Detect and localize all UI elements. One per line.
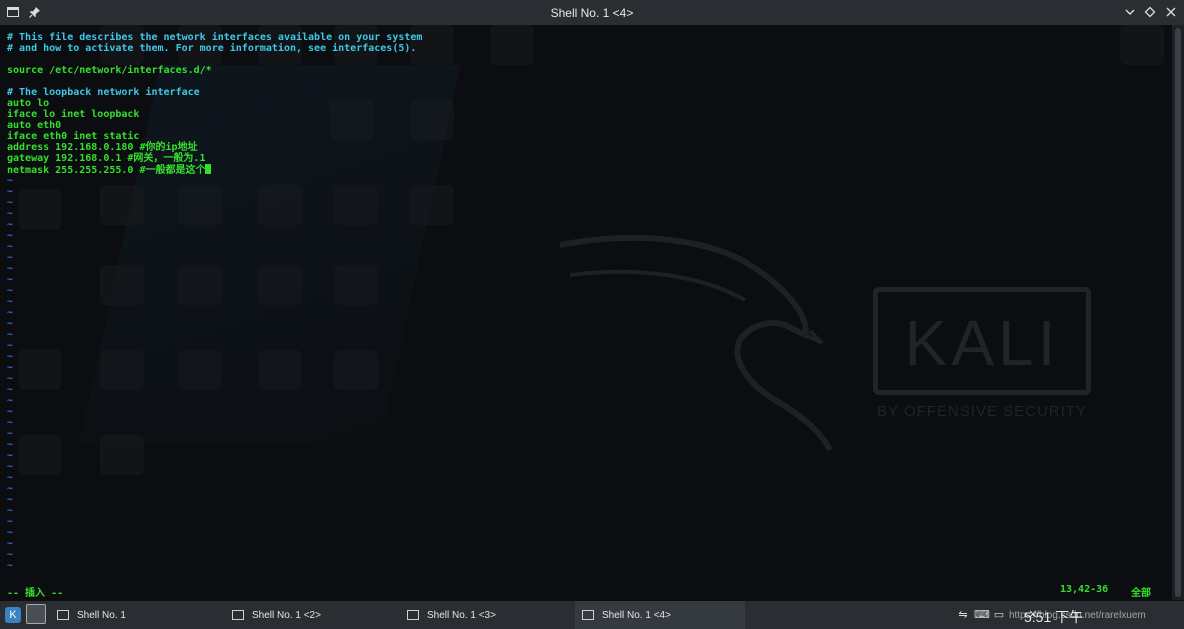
editor-line[interactable]	[7, 76, 422, 87]
empty-line-marker: ~	[7, 384, 14, 395]
terminal-icon	[232, 610, 244, 620]
terminal-icon	[407, 610, 419, 620]
vim-status-line: -- 插入 -- 13,42-36 全部	[0, 582, 1172, 599]
editor-line[interactable]: iface eth0 inet static	[7, 131, 422, 142]
editor-line[interactable]: gateway 192.168.0.1 #网关，一般为.1	[7, 153, 422, 164]
editor-line[interactable]: # This file describes the network interf…	[7, 32, 422, 43]
terminal-scrollbar[interactable]	[1172, 25, 1184, 600]
taskbar-task-label: Shell No. 1	[77, 609, 126, 621]
taskbar-task-label: Shell No. 1 <3>	[427, 609, 496, 621]
taskbar-task-shell[interactable]: Shell No. 1	[50, 601, 220, 629]
empty-line-marker: ~	[7, 527, 14, 538]
text-cursor	[205, 164, 212, 174]
application-menu-icon[interactable]: K	[5, 607, 21, 623]
editor-line-text: gateway 192.168.0.1 #网关，一般为.1	[7, 153, 206, 164]
empty-line-marker: ~	[7, 428, 14, 439]
empty-line-marker: ~	[7, 175, 14, 186]
taskbar-task-label: Shell No. 1 <4>	[602, 609, 671, 621]
scrollbar-thumb[interactable]	[1175, 28, 1181, 597]
editor-line-text: auto eth0	[7, 120, 62, 131]
empty-line-marker: ~	[7, 549, 14, 560]
empty-line-marker: ~	[7, 186, 14, 197]
clock[interactable]: 5:51 下午	[1024, 607, 1083, 627]
close-icon[interactable]	[1163, 4, 1179, 20]
empty-line-marker: ~	[7, 351, 14, 362]
taskbar: K Shell No. 1 Shell No. 1 <2> Shell No. 1 …	[0, 601, 1184, 629]
empty-line-marker: ~	[7, 439, 14, 450]
window-titlebar[interactable]: Shell No. 1 <4>	[0, 0, 1184, 25]
editor-line[interactable]: source /etc/network/interfaces.d/*	[7, 65, 422, 76]
editor-mode: -- 插入 --	[7, 588, 64, 599]
network-icon[interactable]: ⇋	[956, 608, 970, 622]
editor-line[interactable]: iface lo inet loopback	[7, 109, 422, 120]
kali-logo-text: KALI	[904, 307, 1060, 379]
empty-line-marker: ~	[7, 362, 14, 373]
window-title: Shell No. 1 <4>	[550, 6, 634, 20]
editor-line[interactable]: # and how to activate them. For more inf…	[7, 43, 422, 54]
empty-line-marker: ~	[7, 340, 14, 351]
empty-line-marker: ~	[7, 395, 14, 406]
editor-line[interactable]: auto lo	[7, 98, 422, 109]
empty-line-marker: ~	[7, 417, 14, 428]
empty-line-marker: ~	[7, 461, 14, 472]
empty-line-marker: ~	[7, 285, 14, 296]
maximize-icon[interactable]	[1142, 4, 1158, 20]
taskbar-task-shell[interactable]: Shell No. 1 <4>	[575, 601, 745, 629]
terminal-icon	[582, 610, 594, 620]
editor-line[interactable]: netmask 255.255.255.0 #一般都是这个	[7, 164, 422, 176]
empty-line-marker: ~	[7, 494, 14, 505]
editor-line-text: netmask 255.255.255.0 #一般都是这个	[7, 165, 206, 176]
scroll-position: 全部	[1131, 588, 1151, 599]
show-desktop-icon[interactable]	[26, 604, 46, 624]
editor-line-text: address 192.168.0.180 #你的ip地址	[7, 142, 198, 153]
empty-line-marker: ~	[7, 307, 14, 318]
terminal-view[interactable]: KALI BY OFFENSIVE SECURITY # This file d…	[0, 25, 1172, 600]
editor-line-text: # and how to activate them. For more inf…	[7, 43, 417, 54]
empty-line-marker: ~	[7, 274, 14, 285]
empty-line-marker: ~	[7, 505, 14, 516]
terminal-icon	[57, 610, 69, 620]
empty-line-marker: ~	[7, 296, 14, 307]
editor-buffer[interactable]: # This file describes the network interf…	[7, 32, 422, 571]
empty-line-marker: ~	[7, 516, 14, 527]
empty-line-marker: ~	[7, 252, 14, 263]
minimize-icon[interactable]	[1122, 4, 1138, 20]
kali-dragon-icon	[560, 234, 833, 452]
empty-line-marker: ~	[7, 241, 14, 252]
keyboard-icon[interactable]: ⌨	[974, 608, 990, 622]
editor-line-text: source /etc/network/interfaces.d/*	[7, 65, 212, 76]
kali-logo: KALI	[873, 287, 1091, 395]
empty-line-marker: ~	[7, 208, 14, 219]
editor-line-text: iface lo inet loopback	[7, 109, 140, 120]
empty-line-marker: ~	[7, 197, 14, 208]
empty-line-marker: ~	[7, 230, 14, 241]
empty-line-marker: ~	[7, 318, 14, 329]
empty-line-marker: ~	[7, 373, 14, 384]
taskbar-task-shell[interactable]: Shell No. 1 <2>	[225, 601, 395, 629]
empty-line-marker: ~	[7, 263, 14, 274]
editor-line[interactable]	[7, 54, 422, 65]
empty-line-marker: ~	[7, 538, 14, 549]
empty-line-marker: ~	[7, 219, 14, 230]
editor-line[interactable]: address 192.168.0.180 #你的ip地址	[7, 142, 422, 153]
editor-line[interactable]: auto eth0	[7, 120, 422, 131]
cursor-position: 13,42-36	[1060, 584, 1109, 595]
empty-line-marker: ~	[7, 560, 14, 571]
empty-line-marker: ~	[7, 483, 14, 494]
kali-logo-tagline: BY OFFENSIVE SECURITY	[877, 403, 1087, 420]
editor-line[interactable]: # The loopback network interface	[7, 87, 422, 98]
empty-line-marker: ~	[7, 329, 14, 340]
empty-line-marker: ~	[7, 406, 14, 417]
taskbar-task-shell[interactable]: Shell No. 1 <3>	[400, 601, 570, 629]
empty-line-marker: ~	[7, 450, 14, 461]
display-icon[interactable]: ▭	[992, 608, 1006, 622]
empty-line-marker: ~	[7, 472, 14, 483]
system-tray: ⇋ ⌨ ▭ ✕ https://blog.csdn.net/rarelxuem …	[954, 601, 1184, 629]
editor-line-text: # This file describes the network interf…	[7, 32, 423, 43]
editor-line-text: iface eth0 inet static	[7, 131, 140, 142]
taskbar-task-label: Shell No. 1 <2>	[252, 609, 321, 621]
editor-line-text: # The loopback network interface	[7, 87, 200, 98]
editor-line-text: auto lo	[7, 98, 50, 109]
